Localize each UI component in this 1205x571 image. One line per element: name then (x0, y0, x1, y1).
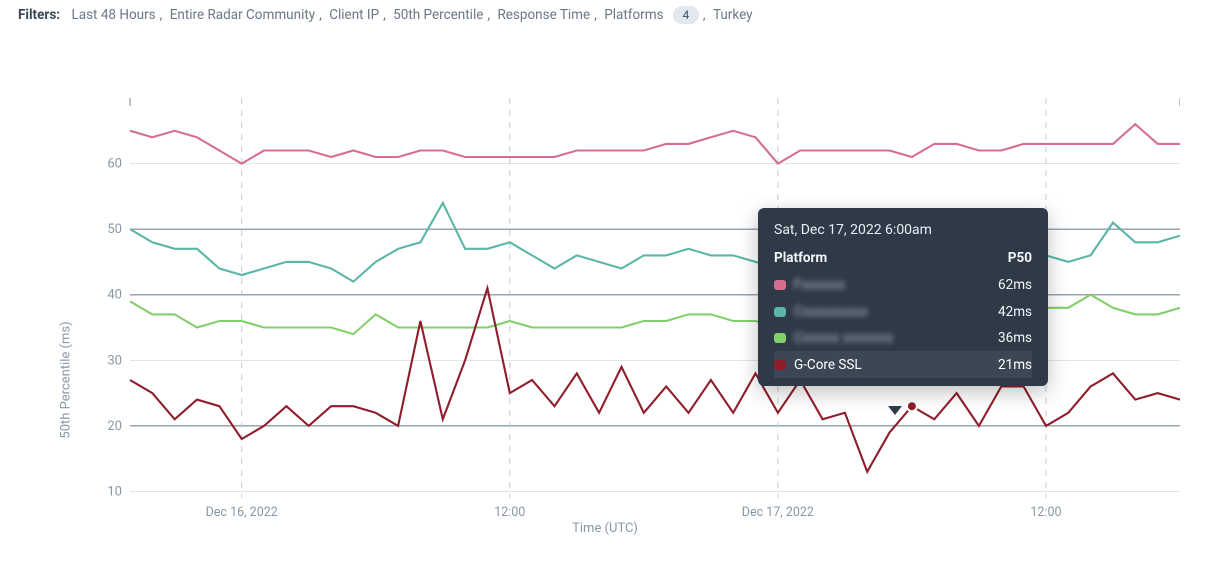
swatch-icon (774, 280, 786, 290)
filter-pill[interactable]: Entire Radar Community (170, 7, 315, 23)
filter-pill[interactable]: Last 48 Hours (71, 7, 155, 23)
tooltip-head-value: P50 (975, 246, 1032, 272)
y-axis-label: 50th Percentile (ms) (59, 321, 74, 438)
tooltip-head-platform: Platform (774, 246, 975, 272)
tooltip-row: Fxxxxxx 62ms (774, 272, 1032, 298)
filter-pill[interactable]: Client IP (329, 7, 379, 23)
swatch-icon (774, 307, 786, 317)
svg-text:60: 60 (107, 157, 122, 172)
tooltip-row: Cxxxxx xxxxxxx 36ms (774, 325, 1032, 351)
svg-text:Dec 17, 2022: Dec 17, 2022 (742, 505, 814, 520)
svg-text:20: 20 (107, 419, 122, 434)
chart[interactable]: 50th Percentile (ms) Time (UTC) 10203040… (30, 80, 1180, 550)
filters-label: Filters: (18, 7, 60, 23)
tooltip: Sat, Dec 17, 2022 6:00am Platform P50 Fx… (758, 208, 1048, 386)
platforms-count-badge[interactable]: 4 (673, 6, 699, 24)
svg-text:50: 50 (107, 222, 122, 237)
tooltip-table: Platform P50 Fxxxxxx 62ms Cxxxxxxxxx 42m… (774, 246, 1032, 378)
svg-text:12:00: 12:00 (1030, 505, 1061, 520)
hover-marker (907, 401, 917, 411)
filter-country[interactable]: Turkey (713, 7, 753, 23)
filter-pill[interactable]: 50th Percentile (393, 7, 483, 23)
tooltip-datetime: Sat, Dec 17, 2022 6:00am (774, 222, 1032, 238)
swatch-icon (774, 360, 786, 370)
x-ticks: Dec 16, 2022 12:00 Dec 17, 2022 12:00 (206, 505, 1062, 520)
tooltip-row-highlight: G-Core SSL 21ms (774, 351, 1032, 377)
svg-text:Dec 16, 2022: Dec 16, 2022 (206, 505, 278, 520)
filter-pill[interactable]: Response Time (497, 7, 590, 23)
filter-platforms-label[interactable]: Platforms (604, 7, 663, 23)
y-ticks: 10 20 30 40 50 60 (107, 157, 122, 500)
svg-text:12:00: 12:00 (494, 505, 525, 520)
svg-text:10: 10 (107, 484, 122, 499)
filters-bar: Filters: Last 48 Hours, Entire Radar Com… (18, 6, 755, 24)
svg-text:40: 40 (107, 288, 122, 303)
tooltip-pointer-icon (888, 406, 902, 415)
swatch-icon (774, 333, 786, 343)
svg-text:30: 30 (107, 353, 122, 368)
tooltip-row: Cxxxxxxxxx 42ms (774, 298, 1032, 324)
